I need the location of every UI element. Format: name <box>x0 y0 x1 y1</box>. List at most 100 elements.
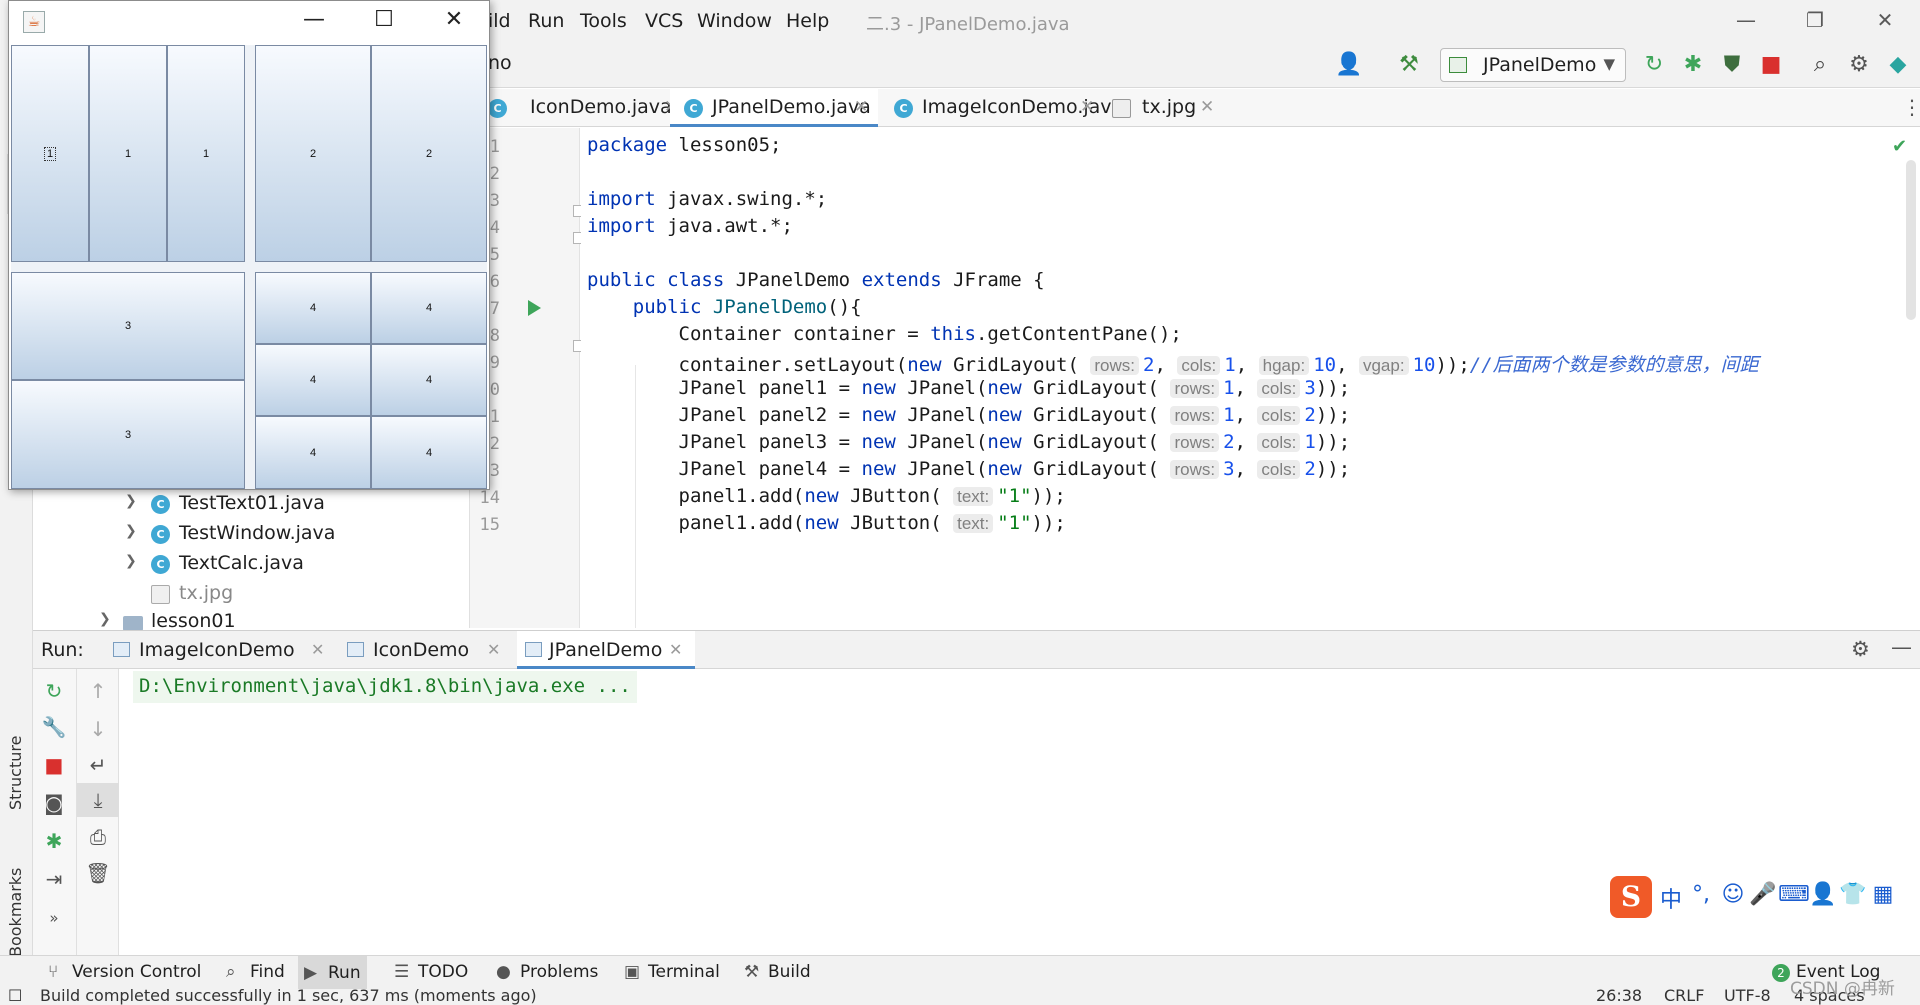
panel4-button[interactable]: 4 <box>371 344 487 416</box>
code-editor[interactable]: package lesson05; import javax.swing.*; … <box>581 128 1920 628</box>
search-icon[interactable]: ⌕ <box>1806 52 1834 77</box>
emoji-icon[interactable]: ☺ <box>1718 882 1748 907</box>
close-tab-icon[interactable]: ✕ <box>854 97 868 117</box>
jframe-close-button[interactable]: ✕ <box>434 7 474 32</box>
scroll-to-end-icon[interactable]: ⤓ <box>77 783 119 817</box>
bookmarks-tool-button[interactable]: Bookmarks <box>6 868 25 957</box>
build-hammer-icon[interactable]: ⚒ <box>1395 52 1423 77</box>
chevron-right-icon[interactable]: ❯ <box>125 493 137 509</box>
panel4-button[interactable]: 4 <box>255 416 371 489</box>
chevron-right-icon[interactable]: ❯ <box>125 553 137 569</box>
jframe-title-bar[interactable]: ☕ — ☐ ✕ <box>9 1 489 43</box>
panel1-button[interactable]: 1 <box>167 45 245 262</box>
run-tab-imageicondemo[interactable]: ImageIconDemo ✕ <box>105 631 337 669</box>
run-tab-jpaneldemo[interactable]: JPanelDemo ✕ <box>517 631 695 669</box>
arrow-down-icon[interactable]: ↓ <box>77 717 119 741</box>
print-icon[interactable]: ⎙ <box>77 825 119 849</box>
more-tabs-icon[interactable]: ⋮ <box>1902 95 1920 119</box>
chevron-right-icon[interactable]: ❯ <box>99 611 111 627</box>
panel4-button[interactable]: 4 <box>255 344 371 416</box>
menu-window[interactable]: Window <box>697 10 772 32</box>
sogou-logo[interactable]: S <box>1610 876 1652 918</box>
user-icon[interactable]: 👤 <box>1335 52 1363 77</box>
run-button[interactable]: ▶ Run <box>298 956 367 990</box>
camera-icon[interactable]: ◙ <box>33 791 75 815</box>
status-icon[interactable]: ☐ <box>8 989 22 1005</box>
debug-icon[interactable]: ✱ <box>33 829 75 853</box>
user-icon[interactable]: 👤 <box>1808 882 1838 907</box>
inspection-ok-icon[interactable]: ✔ <box>1892 136 1907 157</box>
panel1-button[interactable]: 1 <box>89 45 167 262</box>
ime-punctuation[interactable]: °, <box>1686 882 1716 907</box>
menu-vcs[interactable]: VCS <box>645 10 683 32</box>
close-tab-icon[interactable]: ✕ <box>311 640 324 659</box>
close-button[interactable]: ✕ <box>1873 8 1897 32</box>
menu-run[interactable]: Run <box>528 10 564 32</box>
jpaneldemo-window[interactable]: ☕ — ☐ ✕ 1 1 1 2 2 3 3 4 4 4 4 4 4 <box>8 0 490 490</box>
jframe-minimize-button[interactable]: — <box>294 7 334 32</box>
panel3-button[interactable]: 3 <box>11 272 245 380</box>
wrench-icon[interactable]: 🔧 <box>33 715 75 739</box>
settings-gear-icon[interactable]: ⚙ <box>1851 637 1870 661</box>
terminal-button[interactable]: ▣ Terminal <box>624 962 720 982</box>
problems-button[interactable]: ● Problems <box>496 962 598 982</box>
panel4-button[interactable]: 4 <box>371 272 487 344</box>
run-tab-icondemo[interactable]: IconDemo ✕ <box>339 631 515 669</box>
plugin-icon[interactable]: ◆ <box>1884 52 1912 77</box>
close-tab-icon[interactable]: ✕ <box>1080 97 1094 117</box>
close-tab-icon[interactable]: ✕ <box>487 640 500 659</box>
todo-button[interactable]: ☰ TODO <box>394 962 468 982</box>
menu-tools[interactable]: Tools <box>580 10 627 32</box>
panel4-button[interactable]: 4 <box>371 416 487 489</box>
tab-tx-jpg[interactable]: tx.jpg ✕ <box>1102 89 1242 127</box>
microphone-icon[interactable]: 🎤 <box>1748 882 1778 907</box>
close-tab-icon[interactable]: ✕ <box>669 640 682 659</box>
menu-build[interactable]: ild <box>488 10 511 32</box>
caret-position[interactable]: 26:38 <box>1596 989 1642 1005</box>
keyboard-icon[interactable]: ⌨ <box>1778 882 1810 907</box>
exit-icon[interactable]: ⇥ <box>33 867 75 891</box>
panel3-button[interactable]: 3 <box>11 380 245 489</box>
grid-menu-icon[interactable]: ▦ <box>1868 882 1898 907</box>
ime-language[interactable]: 中 <box>1656 882 1686 914</box>
editor-scrollbar[interactable] <box>1906 160 1916 320</box>
menu-help[interactable]: Help <box>786 10 829 32</box>
run-gutter-icon[interactable] <box>528 300 541 316</box>
soft-wrap-icon[interactable]: ↵ <box>77 753 119 777</box>
structure-tool-button[interactable]: Structure <box>6 736 25 810</box>
more-actions-icon[interactable]: » <box>33 909 75 927</box>
build-button[interactable]: ⚒ Build <box>744 962 811 982</box>
restore-button[interactable]: ❐ <box>1803 8 1827 32</box>
arrow-up-icon[interactable]: ↑ <box>77 679 119 703</box>
coverage-icon[interactable]: ⛊ <box>1718 52 1746 77</box>
tab-jpaneldemo[interactable]: C JPanelDemo.java ✕ <box>670 89 878 127</box>
panel2-button[interactable]: 2 <box>371 45 487 262</box>
debug-icon[interactable]: ✱ <box>1679 52 1707 77</box>
jframe-maximize-button[interactable]: ☐ <box>364 7 404 32</box>
skin-icon[interactable]: 👕 <box>1838 882 1868 907</box>
stop-icon[interactable]: ■ <box>1757 52 1785 77</box>
run-configuration-select[interactable]: JPanelDemo ▼ <box>1440 48 1626 82</box>
minimize-button[interactable]: — <box>1734 8 1758 32</box>
hide-panel-icon[interactable]: — <box>1891 635 1912 659</box>
panel2-button[interactable]: 2 <box>255 45 371 262</box>
rerun-icon[interactable]: ↻ <box>1640 52 1668 77</box>
find-button[interactable]: ⌕ Find <box>226 962 285 982</box>
console-output[interactable]: D:\Environment\java\jdk1.8\bin\java.exe … <box>133 671 637 703</box>
panel1-button[interactable]: 1 <box>11 45 89 262</box>
trash-icon[interactable]: 🗑 <box>77 861 119 885</box>
version-control-button[interactable]: ⑂ Version Control <box>48 962 201 982</box>
tab-imageicondemo[interactable]: C ImageIconDemo.java ✕ <box>880 89 1123 127</box>
stop-icon[interactable]: ■ <box>33 753 75 777</box>
status-message[interactable]: Build completed successfully in 1 sec, 6… <box>40 989 537 1005</box>
line-separator[interactable]: CRLF <box>1664 989 1704 1005</box>
content-pane: 1 1 1 2 2 3 3 4 4 4 4 4 4 <box>11 45 487 489</box>
rerun-icon[interactable]: ↻ <box>33 679 75 703</box>
panel4-button[interactable]: 4 <box>255 272 371 344</box>
tab-icondemo[interactable]: C IconDemo.java ✕ <box>488 89 678 127</box>
breadcrumb[interactable]: no <box>488 52 512 74</box>
close-tab-icon[interactable]: ✕ <box>1200 97 1214 117</box>
settings-gear-icon[interactable]: ⚙ <box>1845 52 1873 77</box>
file-encoding[interactable]: UTF-8 <box>1724 989 1771 1005</box>
chevron-right-icon[interactable]: ❯ <box>125 523 137 539</box>
